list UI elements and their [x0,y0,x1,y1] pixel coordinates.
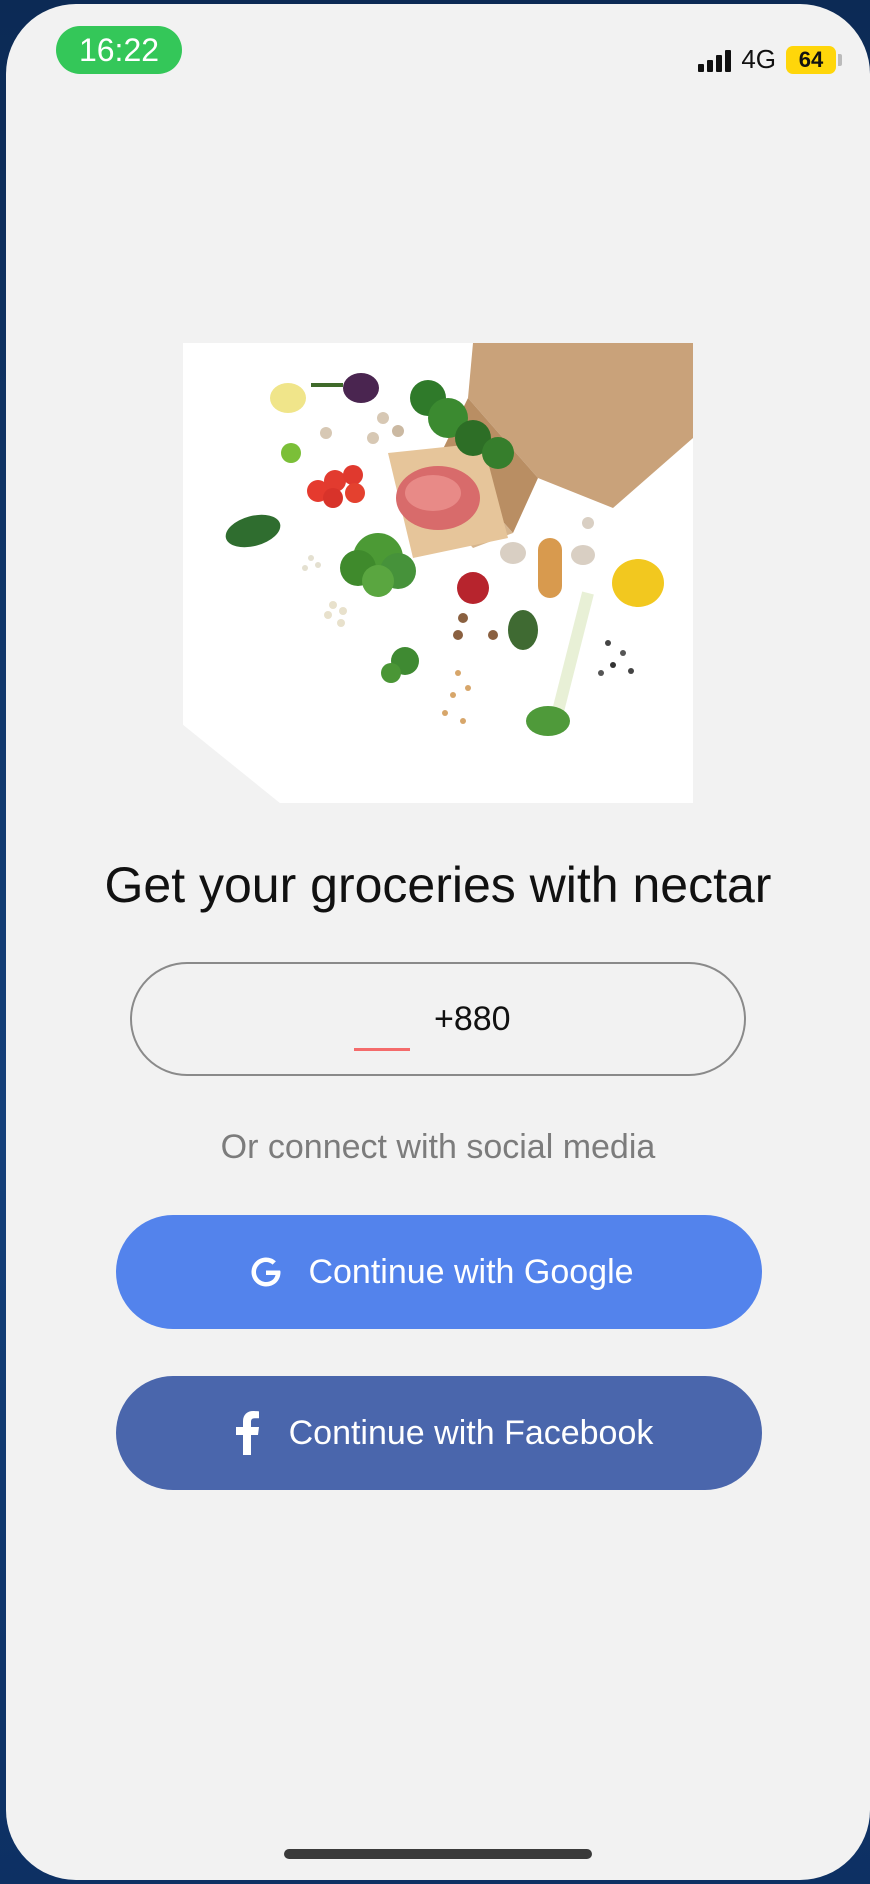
country-code[interactable]: +880 [434,1000,511,1039]
status-indicators: 4G 64 [698,44,842,75]
social-divider-text: Or connect with social media [220,1128,656,1166]
app-screen: 16:22 4G 64 Get your groceries with nect… [6,4,870,1880]
status-time[interactable]: 16:22 [56,26,182,74]
status-bar: 16:22 4G 64 [6,4,870,104]
continue-with-facebook-button[interactable]: Continue with Facebook [116,1376,762,1490]
input-cursor-underline [354,1048,410,1051]
network-type: 4G [741,44,776,74]
continue-with-google-button[interactable]: Continue with Google [116,1215,762,1329]
signal-icon [698,48,732,72]
battery-cap [838,53,842,66]
facebook-icon [225,1411,269,1455]
google-icon [244,1250,288,1294]
phone-number-field[interactable]: +880 [130,962,746,1076]
battery-level: 64 [798,46,824,72]
groceries-illustration [183,343,693,803]
facebook-button-label: Continue with Facebook [288,1413,654,1452]
google-button-label: Continue with Google [308,1252,634,1291]
page-title: Get your groceries with nectar [104,857,772,913]
battery-icon: 64 [786,45,836,74]
home-indicator[interactable] [284,1849,592,1859]
